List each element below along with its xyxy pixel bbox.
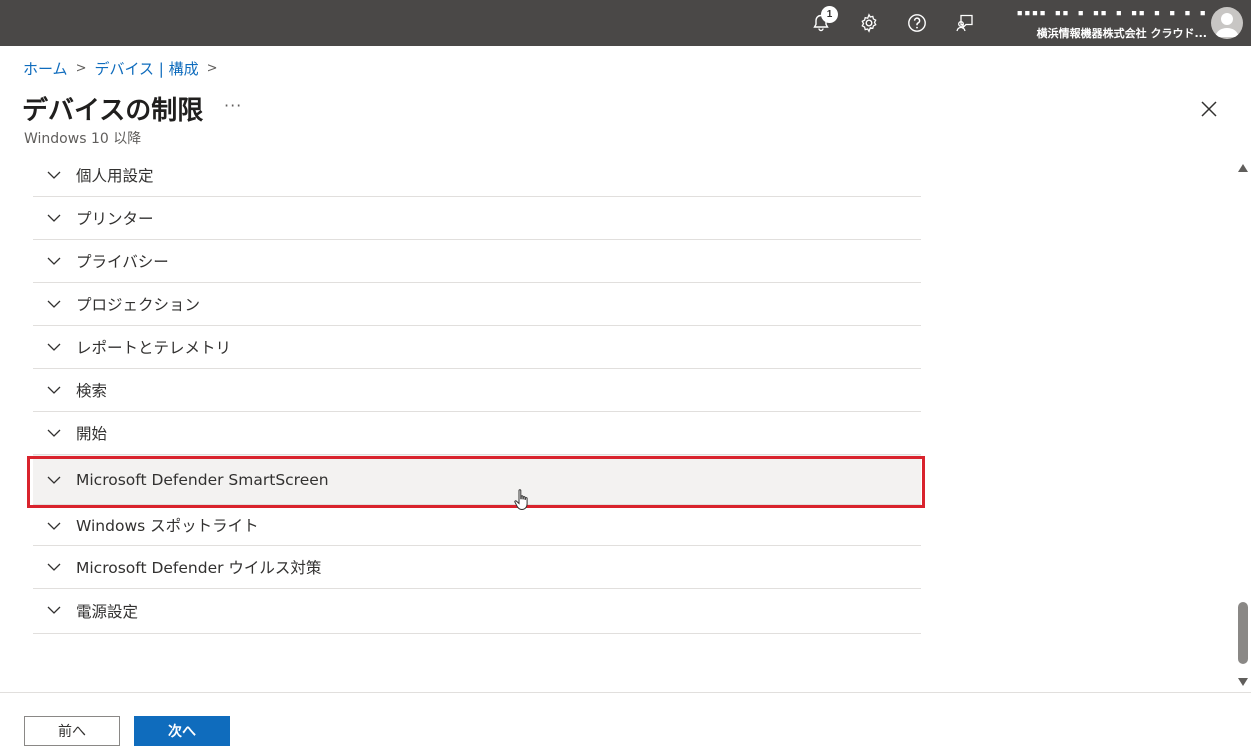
notifications-button[interactable]: 1 (806, 6, 838, 38)
hand-cursor-icon (514, 489, 528, 511)
scroll-down-arrow-icon[interactable] (1238, 678, 1248, 686)
section-privacy[interactable]: プライバシー (33, 240, 921, 283)
section-power-settings[interactable]: 電源設定 (33, 589, 921, 634)
settings-section-list: 個人用設定 プリンター プライバシー プロジェクション レポートとテレメトリ 検… (33, 154, 921, 634)
account-info[interactable]: ▪▪▪▪ ▪▪ ▪ ▪▪ ▪ ▪▪ ▪ ▪ ▪ ▪ 横浜情報機器株式会社 クラウ… (1011, 6, 1207, 41)
section-label: 電源設定 (76, 603, 139, 621)
section-start[interactable]: 開始 (33, 412, 921, 455)
previous-button[interactable]: 前へ (24, 716, 120, 746)
chevron-down-icon (47, 429, 61, 437)
section-printer[interactable]: プリンター (33, 197, 921, 240)
chevron-down-icon (47, 343, 61, 351)
section-label: 開始 (76, 425, 108, 443)
feedback-icon (956, 14, 973, 32)
chevron-down-icon (47, 257, 61, 265)
chevron-down-icon (47, 606, 61, 614)
section-projection[interactable]: プロジェクション (33, 283, 921, 326)
section-windows-spotlight[interactable]: Windows スポットライト (33, 505, 921, 546)
settings-button[interactable] (854, 8, 884, 38)
section-microsoft-defender-antivirus[interactable]: Microsoft Defender ウイルス対策 (33, 546, 921, 589)
section-search[interactable]: 検索 (33, 369, 921, 412)
chevron-down-icon (47, 476, 61, 484)
breadcrumb-separator-icon: > (206, 61, 218, 76)
close-icon[interactable] (1198, 98, 1220, 120)
chevron-down-icon (47, 522, 61, 530)
page-subtitle: Windows 10 以降 (24, 131, 142, 147)
section-label: Microsoft Defender ウイルス対策 (76, 559, 322, 577)
avatar-icon (1215, 13, 1239, 37)
notification-badge: 1 (821, 6, 838, 23)
breadcrumb: ホーム > デバイス | 構成 > (23, 58, 226, 79)
top-bar: 1 ▪▪▪▪ ▪▪ ▪ ▪▪ ▪ ▪▪ ▪ ▪ ▪ ▪ 横浜情報機器株式会社 ク… (0, 0, 1251, 46)
gear-icon (861, 13, 877, 33)
scrollbar-thumb[interactable] (1238, 602, 1248, 664)
more-options-icon[interactable]: ··· (224, 96, 242, 115)
section-personalization[interactable]: 個人用設定 (33, 154, 921, 197)
chevron-down-icon (47, 300, 61, 308)
section-label: 個人用設定 (76, 167, 154, 185)
help-button[interactable] (902, 8, 932, 38)
section-reporting-telemetry[interactable]: レポートとテレメトリ (33, 326, 921, 369)
chevron-down-icon (47, 386, 61, 394)
chevron-down-icon (47, 214, 61, 222)
breadcrumb-separator-icon: > (75, 61, 87, 76)
section-label: プロジェクション (76, 296, 201, 314)
account-organization: 横浜情報機器株式会社 クラウド... (1036, 27, 1207, 40)
feedback-button[interactable] (950, 8, 980, 38)
vertical-scrollbar[interactable] (1236, 164, 1250, 686)
account-name-masked: ▪▪▪▪ ▪▪ ▪ ▪▪ ▪ ▪▪ ▪ ▪ ▪ ▪ (1016, 6, 1207, 19)
section-label: Microsoft Defender SmartScreen (76, 470, 329, 489)
help-icon (908, 14, 926, 32)
chevron-down-icon (47, 563, 61, 571)
section-microsoft-defender-smartscreen[interactable]: Microsoft Defender SmartScreen (33, 455, 921, 505)
page-title: デバイスの制限 (22, 96, 204, 126)
section-label: レポートとテレメトリ (76, 339, 232, 357)
breadcrumb-device-configuration[interactable]: デバイス | 構成 (94, 58, 198, 79)
breadcrumb-home[interactable]: ホーム (23, 58, 68, 79)
footer-divider (0, 692, 1251, 693)
section-label: 検索 (76, 382, 108, 400)
section-label: プリンター (76, 210, 154, 228)
chevron-down-icon (47, 171, 61, 179)
section-label: プライバシー (76, 253, 169, 271)
avatar[interactable] (1211, 7, 1243, 39)
scroll-up-arrow-icon[interactable] (1238, 164, 1248, 172)
section-label: Windows スポットライト (76, 517, 259, 535)
next-button[interactable]: 次へ (134, 716, 230, 746)
